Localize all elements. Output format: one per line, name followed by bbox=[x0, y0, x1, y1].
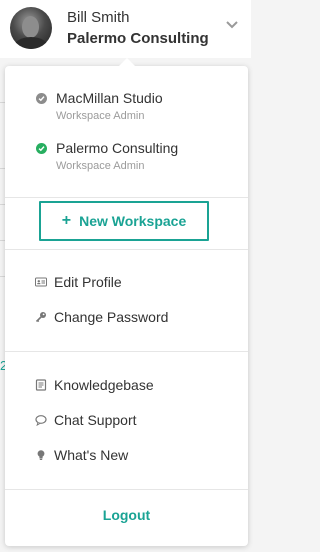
check-circle-icon bbox=[36, 93, 47, 104]
chevron-down-icon[interactable] bbox=[225, 18, 239, 32]
workspace-role: Workspace Admin bbox=[56, 110, 145, 122]
user-name: Bill Smith bbox=[67, 9, 130, 26]
workspace-name: Palermo Consulting bbox=[56, 140, 179, 156]
logout-link[interactable]: Logout bbox=[5, 507, 248, 523]
check-circle-icon bbox=[36, 143, 47, 154]
menu-item-label: Chat Support bbox=[54, 412, 137, 428]
menu-divider bbox=[5, 351, 248, 352]
chat-bubble-icon bbox=[35, 415, 47, 426]
id-card-icon bbox=[35, 277, 47, 287]
new-workspace-button[interactable]: + New Workspace bbox=[39, 201, 209, 241]
menu-item-knowledgebase[interactable]: Knowledgebase bbox=[5, 374, 248, 398]
key-icon bbox=[35, 312, 46, 323]
account-dropdown-menu: MacMillan Studio Workspace Admin Palermo… bbox=[5, 58, 248, 546]
workspace-role: Workspace Admin bbox=[56, 160, 145, 172]
menu-item-edit-profile[interactable]: Edit Profile bbox=[5, 271, 248, 295]
new-workspace-label: New Workspace bbox=[79, 213, 187, 229]
menu-item-whats-new[interactable]: What's New bbox=[5, 444, 248, 468]
menu-item-chat-support[interactable]: Chat Support bbox=[5, 409, 248, 433]
workspace-name: MacMillan Studio bbox=[56, 90, 163, 106]
dropdown-caret bbox=[118, 58, 136, 67]
current-organization: Palermo Consulting bbox=[67, 30, 209, 47]
workspace-item-macmillan-studio[interactable]: MacMillan Studio Workspace Admin bbox=[5, 90, 248, 134]
book-icon bbox=[35, 379, 47, 391]
menu-item-label: Change Password bbox=[54, 309, 169, 325]
menu-item-label: Edit Profile bbox=[54, 274, 122, 290]
plus-icon: + bbox=[61, 212, 72, 229]
menu-item-change-password[interactable]: Change Password bbox=[5, 306, 248, 330]
menu-divider bbox=[5, 197, 248, 198]
menu-divider bbox=[5, 249, 248, 250]
menu-divider bbox=[5, 489, 248, 490]
user-avatar[interactable] bbox=[10, 7, 52, 49]
account-switcher-header[interactable]: Bill Smith Palermo Consulting bbox=[0, 0, 251, 58]
lightbulb-icon bbox=[37, 450, 45, 460]
workspace-item-palermo-consulting[interactable]: Palermo Consulting Workspace Admin bbox=[5, 140, 248, 184]
menu-item-label: What's New bbox=[54, 447, 129, 463]
menu-item-label: Knowledgebase bbox=[54, 377, 154, 393]
